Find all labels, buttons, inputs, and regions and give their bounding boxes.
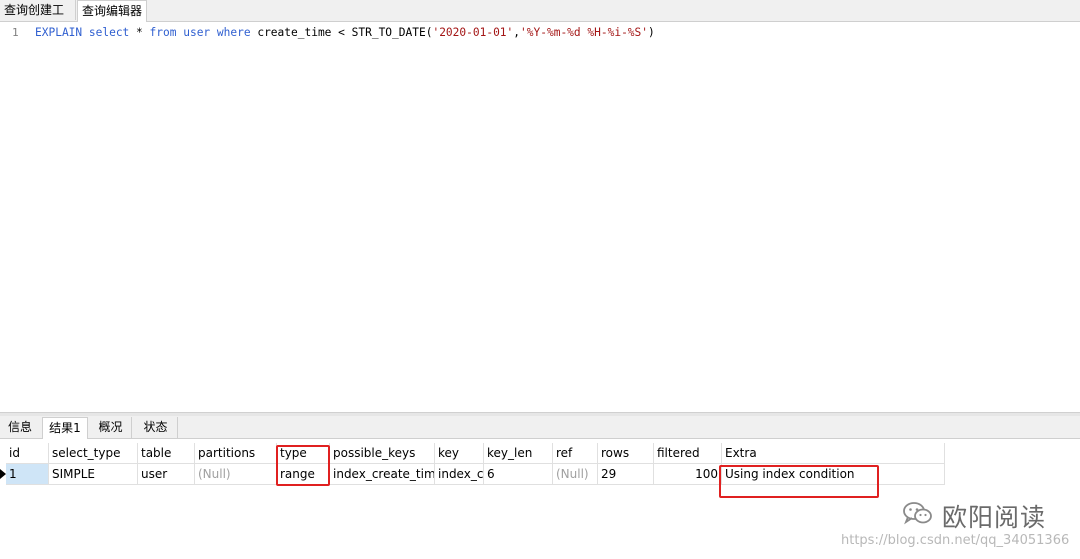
top-tab-bar: 查询创建工具 查询编辑器	[0, 0, 1080, 37]
col-header-extra[interactable]: Extra	[722, 443, 945, 464]
code-token: )	[648, 26, 655, 39]
code-token: from	[149, 26, 184, 39]
tab-query-builder[interactable]: 查询创建工具	[0, 0, 76, 37]
code-token: where	[216, 26, 258, 39]
cell-possible-keys[interactable]: index_create_time	[330, 464, 435, 485]
code-token: user	[183, 26, 217, 39]
wechat-icon	[903, 502, 932, 525]
col-header-filtered[interactable]: filtered	[654, 443, 722, 464]
cell-key-len[interactable]: 6	[484, 464, 553, 485]
cell-id[interactable]: 1	[6, 464, 49, 485]
code-line[interactable]: EXPLAIN select * from user where create_…	[35, 26, 655, 39]
col-header-rows[interactable]: rows	[598, 443, 654, 464]
cell-partitions[interactable]: (Null)	[195, 464, 277, 485]
code-token: *	[136, 26, 150, 39]
cell-filtered[interactable]: 100	[654, 464, 722, 485]
watermark-name: 欧阳阅读	[942, 503, 1047, 532]
cell-key[interactable]: index_cr	[435, 464, 484, 485]
highlight-extra-box	[719, 465, 879, 498]
watermark-url: https://blog.csdn.net/qq_34051366	[841, 533, 1070, 548]
tab-query-editor[interactable]: 查询编辑器	[77, 0, 147, 22]
tab-status[interactable]: 状态	[134, 417, 178, 438]
col-header-ref[interactable]: ref	[553, 443, 598, 464]
cell-table[interactable]: user	[138, 464, 195, 485]
col-header-key[interactable]: key	[435, 443, 484, 464]
code-token: EXPLAIN select	[35, 26, 137, 39]
col-header-partitions[interactable]: partitions	[195, 443, 277, 464]
tab-info[interactable]: 信息	[0, 417, 40, 438]
code-token: create_time < STR_TO_DATE(	[257, 26, 433, 39]
code-token: '%Y-%m-%d %H-%i-%S'	[520, 26, 649, 39]
highlight-type-box	[276, 445, 330, 486]
cell-rows[interactable]: 29	[598, 464, 654, 485]
line-number: 1	[12, 26, 19, 39]
query-editor[interactable]: 1 EXPLAIN select * from user where creat…	[0, 22, 1080, 412]
cell-select-type[interactable]: SIMPLE	[49, 464, 138, 485]
col-header-possible-keys[interactable]: possible_keys	[330, 443, 435, 464]
tab-result-1[interactable]: 结果1	[42, 417, 88, 439]
col-header-id[interactable]: id	[6, 443, 49, 464]
code-token: '2020-01-01'	[432, 26, 514, 39]
line-gutter: 1	[0, 22, 28, 412]
cell-ref[interactable]: (Null)	[553, 464, 598, 485]
col-header-key-len[interactable]: key_len	[484, 443, 553, 464]
col-header-table[interactable]: table	[138, 443, 195, 464]
col-header-select-type[interactable]: select_type	[49, 443, 138, 464]
tab-profile[interactable]: 概况	[90, 417, 132, 438]
result-tab-bar: 信息 结果1 概况 状态	[0, 416, 1080, 439]
